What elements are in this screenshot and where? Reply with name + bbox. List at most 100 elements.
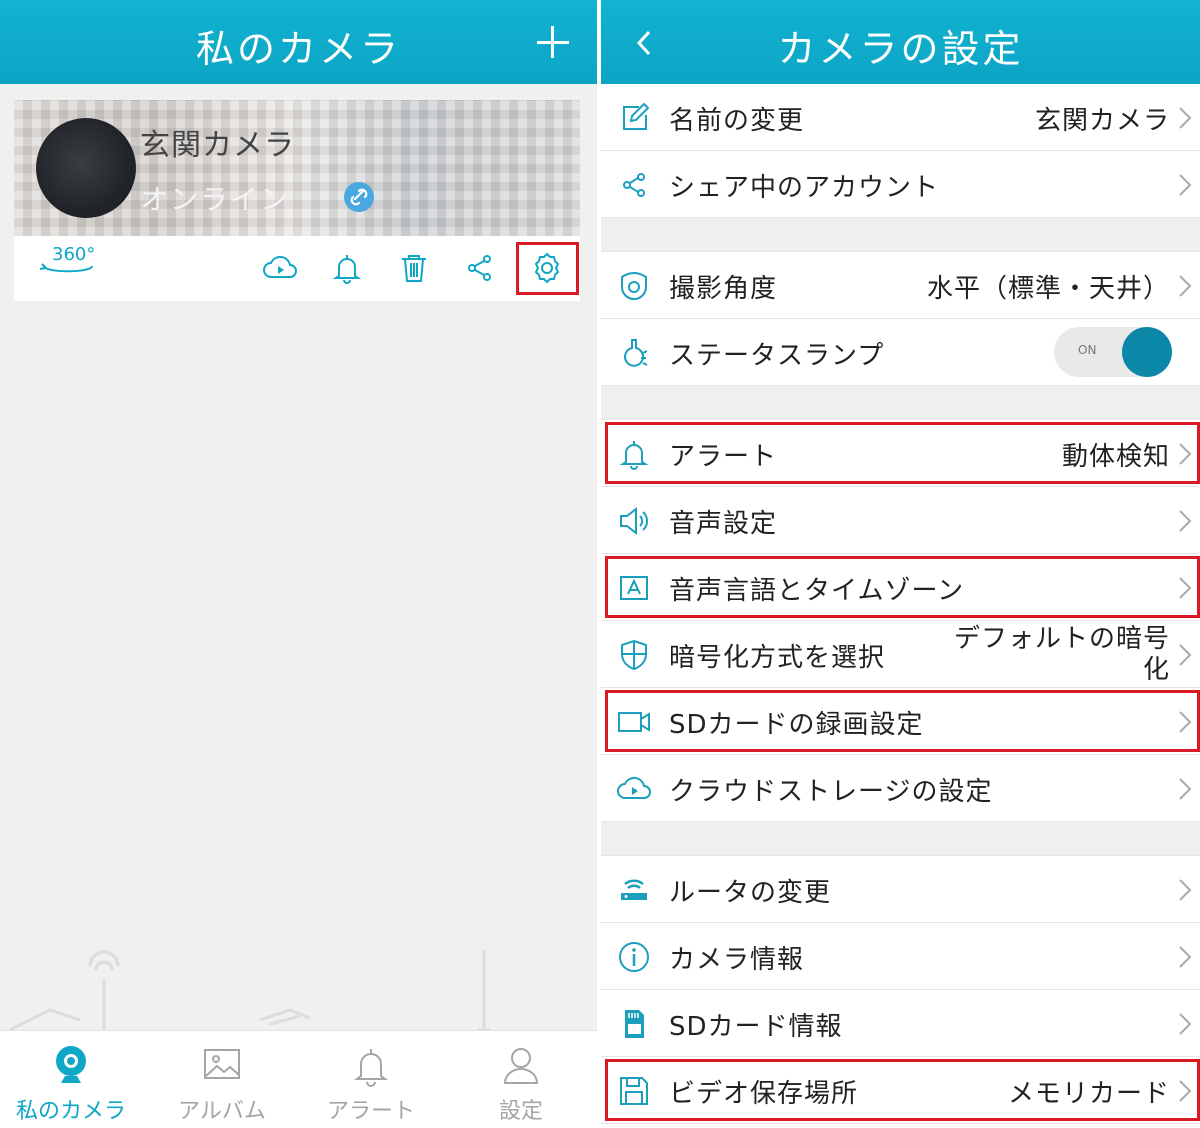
nav-my-camera[interactable]: 私のカメラ	[0, 1031, 146, 1128]
nav-label: 設定	[498, 1099, 543, 1124]
setting-value: 玄関カメラ	[1034, 106, 1170, 136]
setting-label: 撮影角度	[669, 274, 778, 304]
setting-video-storage[interactable]: ビデオ保存場所 メモリカード	[601, 1057, 1200, 1124]
setting-value: メモリカード	[1007, 1079, 1170, 1109]
bell-icon	[619, 441, 649, 470]
camera-name: 玄関カメラ	[140, 128, 295, 163]
router-icon	[621, 879, 647, 900]
camera-card[interactable]: 玄関カメラ オンライン 360°	[14, 100, 580, 301]
setting-rename[interactable]: 名前の変更 玄関カメラ	[601, 84, 1200, 151]
lamp-icon	[624, 339, 648, 367]
setting-alert[interactable]: アラート 動体検知	[601, 420, 1200, 487]
setting-sd-info[interactable]: SDカード情報	[601, 990, 1200, 1057]
person-icon	[503, 1048, 539, 1084]
setting-audio[interactable]: 音声設定	[601, 487, 1200, 554]
setting-camera-info[interactable]: カメラ情報	[601, 923, 1200, 990]
nav-label: 私のカメラ	[15, 1099, 126, 1124]
background-illustration	[9, 950, 490, 1030]
chevron-right-icon	[1179, 946, 1192, 968]
setting-label: 音声設定	[669, 509, 778, 539]
nav-album[interactable]: アルバム	[147, 1031, 297, 1128]
share-icon[interactable]	[462, 250, 498, 286]
bell-icon	[354, 1049, 388, 1087]
setting-label: 音声言語とタイムゾーン	[669, 576, 965, 606]
nav-label: アルバム	[178, 1099, 266, 1124]
toggle-text: ON	[1078, 343, 1097, 357]
toggle-knob	[1122, 327, 1172, 377]
setting-label: 暗号化方式を選択	[669, 643, 886, 673]
setting-value: デフォルトの暗号化	[953, 624, 1170, 685]
chevron-right-icon	[1179, 1013, 1192, 1035]
camera-toolbar: 360°	[14, 236, 580, 301]
camera-thumbnail	[36, 118, 136, 218]
chevron-right-icon	[1179, 510, 1192, 532]
setting-label: アラート	[669, 442, 778, 472]
setting-language-timezone[interactable]: 音声言語とタイムゾーン	[601, 554, 1200, 621]
camera-settings-screen: カメラの設定 名前の変更 玄関カメラ シェア中のアカウント 撮影角度 水平（標準…	[601, 0, 1200, 1128]
link-icon	[344, 182, 374, 212]
setting-shared-accounts[interactable]: シェア中のアカウント	[601, 151, 1200, 218]
setting-value: 水平（標準・天井）	[926, 274, 1170, 304]
setting-value: 動体検知	[1061, 442, 1170, 472]
my-camera-header: 私のカメラ	[0, 0, 597, 84]
setting-label: カメラ情報	[669, 945, 805, 975]
add-camera-button[interactable]	[533, 22, 573, 62]
setting-label: ビデオ保存場所	[669, 1079, 859, 1109]
panorama-360-button[interactable]: 360°	[38, 244, 98, 282]
bottom-nav: 私のカメラ アルバム アラート 設定	[0, 1030, 597, 1128]
chevron-right-icon	[1179, 443, 1192, 465]
my-camera-screen: 私のカメラ 玄関カメラ オンライン 360° 私のカメラ アルバム アラート 設…	[0, 0, 597, 1128]
chevron-right-icon	[1179, 879, 1192, 901]
camera-icon	[56, 1046, 86, 1083]
setting-cloud-storage[interactable]: クラウドストレージの設定	[601, 755, 1200, 822]
setting-encryption[interactable]: 暗号化方式を選択 デフォルトの暗号化	[601, 621, 1200, 688]
bell-icon[interactable]	[329, 250, 365, 286]
share-icon	[623, 173, 645, 197]
video-icon	[618, 712, 650, 732]
cloud-play-icon	[617, 776, 651, 799]
info-icon	[619, 942, 649, 972]
gear-icon[interactable]	[529, 250, 565, 286]
edit-icon	[623, 102, 650, 130]
sd-card-icon	[625, 1010, 644, 1038]
setting-status-lamp: ステータスランプ ON	[601, 319, 1200, 386]
nav-alert[interactable]: アラート	[296, 1031, 446, 1128]
trash-icon[interactable]	[396, 250, 432, 286]
section-divider	[601, 822, 1200, 856]
camera-status: オンライン	[140, 183, 291, 216]
setting-label: SDカード情報	[669, 1012, 843, 1042]
chevron-right-icon	[1179, 778, 1192, 800]
page-title: 私のカメラ	[195, 27, 401, 71]
camera-angle-icon	[621, 272, 647, 300]
setting-label: ルータの変更	[669, 878, 832, 908]
nav-settings[interactable]: 設定	[446, 1031, 596, 1128]
settings-list: 名前の変更 玄関カメラ シェア中のアカウント 撮影角度 水平（標準・天井） ステ…	[601, 84, 1200, 1124]
setting-label: 名前の変更	[669, 106, 805, 136]
setting-camera-angle[interactable]: 撮影角度 水平（標準・天井）	[601, 252, 1200, 319]
chevron-right-icon	[1179, 711, 1192, 733]
speaker-icon	[620, 506, 649, 536]
language-icon	[620, 576, 648, 600]
chevron-right-icon	[1179, 107, 1192, 129]
setting-sd-recording[interactable]: SDカードの録画設定	[601, 688, 1200, 755]
nav-label: アラート	[326, 1099, 415, 1124]
setting-label: SDカードの録画設定	[669, 710, 924, 740]
chevron-right-icon	[1179, 577, 1192, 599]
page-title: カメラの設定	[777, 27, 1024, 71]
chevron-right-icon	[1179, 1080, 1192, 1102]
setting-router[interactable]: ルータの変更	[601, 856, 1200, 923]
chevron-right-icon	[1179, 174, 1192, 196]
image-icon	[204, 1049, 240, 1079]
cloud-play-icon[interactable]	[262, 250, 298, 286]
section-divider	[601, 386, 1200, 420]
chevron-right-icon	[1179, 644, 1192, 666]
chevron-right-icon	[1179, 275, 1192, 297]
setting-label: ステータスランプ	[669, 341, 885, 371]
section-divider	[601, 218, 1200, 252]
setting-label: クラウドストレージの設定	[669, 777, 993, 807]
camera-preview[interactable]: 玄関カメラ オンライン	[14, 100, 580, 236]
status-lamp-toggle[interactable]: ON	[1054, 327, 1172, 377]
shield-icon	[621, 639, 647, 671]
camera-settings-header: カメラの設定	[601, 0, 1200, 84]
floppy-icon	[620, 1077, 648, 1105]
